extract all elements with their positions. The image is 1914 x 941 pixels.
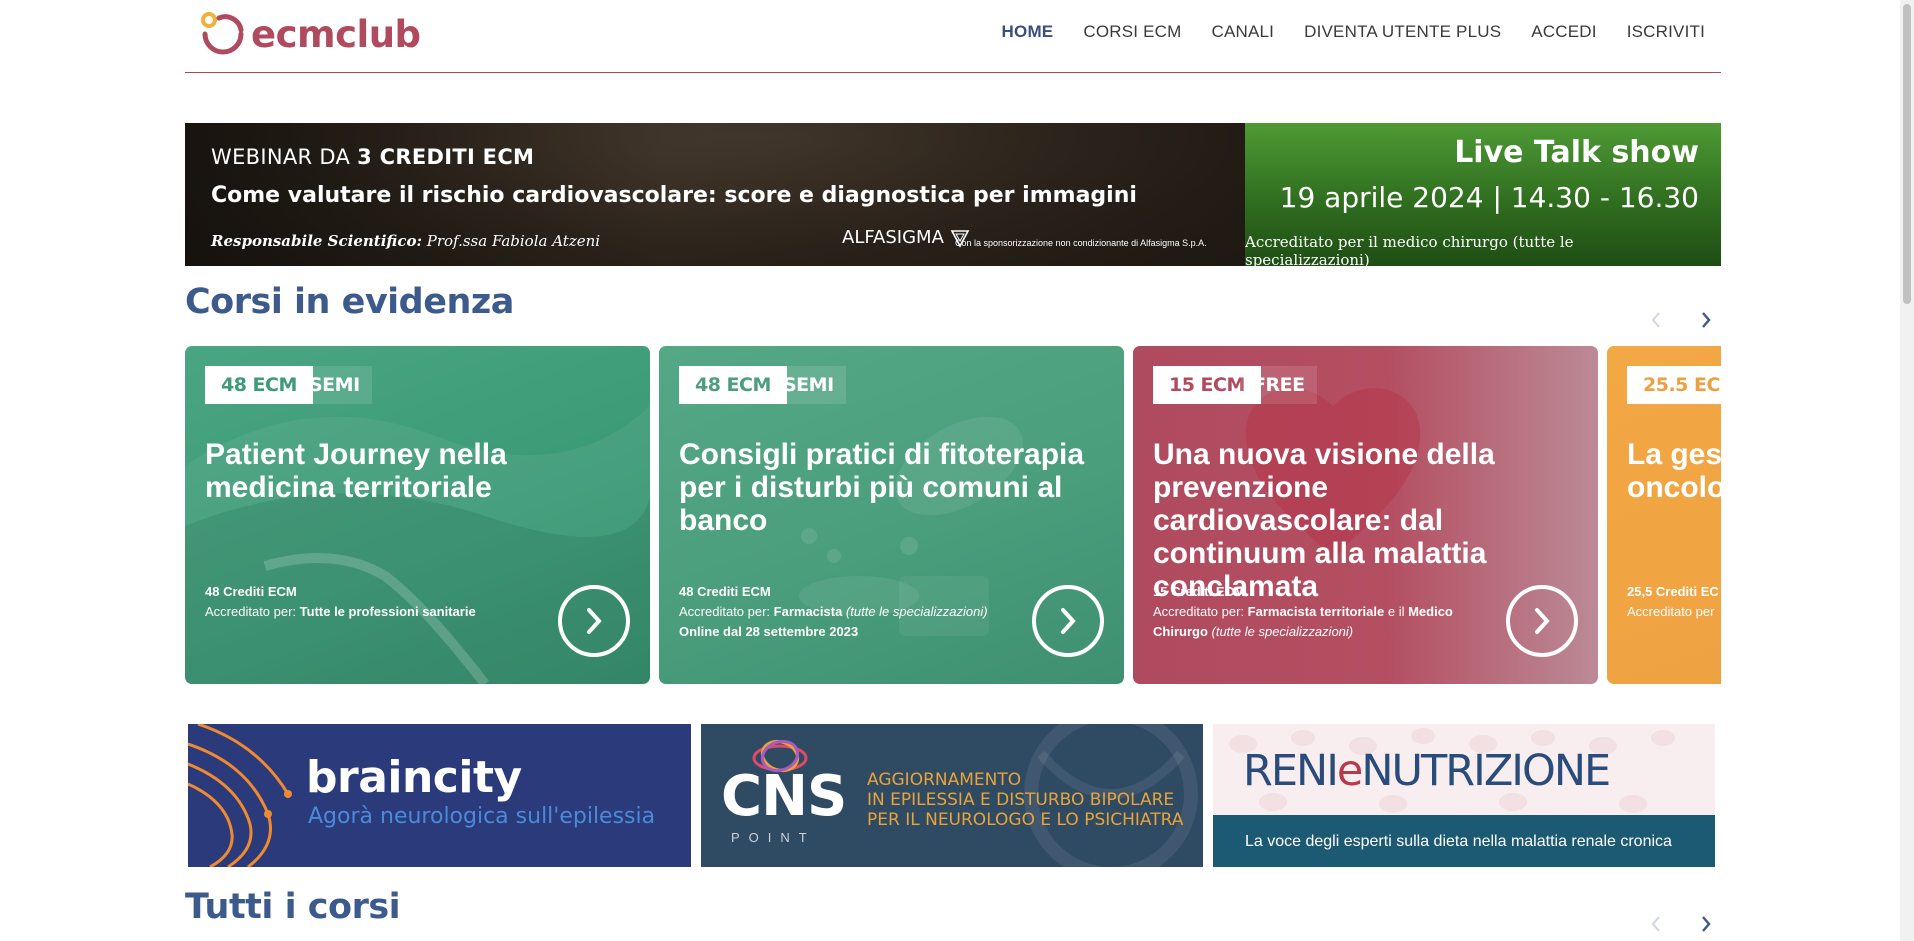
cns-point-banner[interactable]: CNS POINT AGGIORNAMENTO IN EPILESSIA E D… [701,724,1203,867]
card-ecm-badge: 25.5 ECM [1627,366,1721,404]
webinar-responsible: Responsabile Scientifico: Prof.ssa Fabio… [211,232,600,250]
webinar-kicker-prefix: WEBINAR DA [211,145,358,169]
logo-text: ecmclub [251,12,421,56]
card-accredited-value: Farmacista territoriale [1247,604,1385,619]
cns-point-text: POINT [731,830,816,845]
all-courses-next-arrow-icon[interactable] [1691,909,1721,939]
card-open-arrow-icon[interactable] [1032,585,1104,657]
card-title: La gest oncolo [1627,438,1721,504]
card-type-badge: FREE [1241,366,1317,404]
card-accredited-value: Tutte le professioni sanitarie [299,604,476,619]
featured-carousel: 48 ECM SEMI Patient Journey nella medici… [185,346,1721,684]
card-type-badge: SEMI [771,366,846,404]
card-accredited-suffix: (tutte le specializzazioni) [1207,624,1354,639]
cns-line-3: PER IL NEUROLOGO E LO PSICHIATRA [867,810,1184,830]
webinar-live-label: Live Talk show [1454,135,1699,170]
nav-corsi-ecm[interactable]: CORSI ECM [1083,22,1181,42]
featured-section-title: Corsi in evidenza [185,282,514,322]
site-logo[interactable]: ecmclub [199,10,421,58]
card-credits: 48 Crediti ECM [679,584,771,599]
reni-title: RENIeNUTRIZIONE [1243,746,1611,796]
course-card[interactable]: 48 ECM SEMI Consigli pratici di fitotera… [659,346,1124,684]
all-courses-prev-arrow-icon[interactable] [1641,909,1671,939]
card-credits: 15 Crediti ECM [1153,584,1245,599]
card-meta: 48 Crediti ECM Accreditato per: Farmacis… [679,582,1024,642]
scrollbar-thumb[interactable] [1903,4,1911,304]
main-nav: HOME CORSI ECM CANALI DIVENTA UTENTE PLU… [1002,22,1705,42]
card-meta: 48 Crediti ECM Accreditato per: Tutte le… [205,582,550,622]
card-online-date: Online dal 28 settembre 2023 [679,624,859,639]
nav-home[interactable]: HOME [1002,22,1054,42]
reni-title-part-2: NUTRIZIONE [1361,746,1611,796]
sponsor-name: ALFASIGMA [842,227,944,248]
smile-logo-icon [199,10,247,58]
card-accredited-value: Farmacista [773,604,843,619]
circuit-lines-icon [188,724,292,867]
cns-logo-text: CNS [721,764,847,829]
card-accredited-label: Accreditato per: [205,604,300,619]
featured-prev-arrow-icon[interactable] [1641,305,1671,335]
card-credits: 25,5 Crediti EC [1627,584,1719,599]
card-open-arrow-icon[interactable] [558,585,630,657]
nav-accedi[interactable]: ACCEDI [1531,22,1596,42]
course-card[interactable]: 48 ECM SEMI Patient Journey nella medici… [185,346,650,684]
reni-title-e: e [1336,746,1364,796]
card-title: Patient Journey nella medicina territori… [205,438,507,504]
course-card[interactable]: 25.5 ECM La gest oncolo 25,5 Crediti EC … [1607,346,1721,684]
card-open-arrow-icon[interactable] [1506,585,1578,657]
reni-nutrizione-banner[interactable]: RENIeNUTRIZIONE La voce degli esperti su… [1213,724,1715,867]
course-card[interactable]: 15 ECM FREE Una nuova visione della prev… [1133,346,1598,684]
webinar-banner-right: Live Talk show 19 aprile 2024 | 14.30 - … [1245,123,1721,266]
cns-description: AGGIORNAMENTO IN EPILESSIA E DISTURBO BI… [867,770,1183,830]
vertical-scrollbar[interactable] [1900,0,1914,941]
site-header: ecmclub HOME CORSI ECM CANALI DIVENTA UT… [185,0,1721,73]
card-accredited-label: Accreditato per: [679,604,774,619]
card-accredited-label: Accreditato per [1627,604,1715,619]
card-accredited-conjunction: e il [1384,604,1409,619]
card-title: Una nuova visione della prevenzione card… [1153,438,1495,603]
braincity-title: braincity [306,752,522,803]
webinar-responsible-name: Prof.ssa Fabiola Atzeni [422,232,601,250]
card-title: Consigli pratici di fitoterapia per i di… [679,438,1085,537]
card-credits: 48 Crediti ECM [205,584,297,599]
webinar-banner[interactable]: WEBINAR DA 3 CREDITI ECM Come valutare i… [185,123,1721,266]
card-accredited-label: Accreditato per: [1153,604,1248,619]
webinar-date: 19 aprile 2024 | 14.30 - 16.30 [1279,181,1699,214]
webinar-title: Come valutare il rischio cardiovascolare… [211,183,1137,208]
webinar-banner-left: WEBINAR DA 3 CREDITI ECM Come valutare i… [185,123,1245,266]
sponsor-logo: ALFASIGMA [842,227,970,248]
card-type-badge: SEMI [297,366,372,404]
cns-line-2: IN EPILESSIA E DISTURBO BIPOLARE [867,790,1175,810]
all-courses-section-title: Tutti i corsi [185,887,401,927]
page: ecmclub HOME CORSI ECM CANALI DIVENTA UT… [0,0,1914,941]
nav-diventa-utente-plus[interactable]: DIVENTA UTENTE PLUS [1304,22,1501,42]
braincity-subtitle: Agorà neurologica sull'epilessia [308,804,656,829]
nav-canali[interactable]: CANALI [1212,22,1275,42]
braincity-banner[interactable]: braincity Agorà neurologica sull'epiless… [188,724,691,867]
webinar-kicker: WEBINAR DA 3 CREDITI ECM [211,145,534,169]
reni-subtitle: La voce degli esperti sulla dieta nella … [1245,833,1672,850]
webinar-accredited: Accreditato per il medico chirurgo (tutt… [1245,233,1574,266]
card-accredited-suffix: (tutte le specializzazioni) [842,604,988,619]
webinar-responsible-label: Responsabile Scientifico: [211,232,422,250]
card-meta: 15 Crediti ECM Accreditato per: Farmacis… [1153,582,1498,642]
featured-next-arrow-icon[interactable] [1691,305,1721,335]
reni-title-part-1: RENI [1243,746,1339,796]
nav-iscriviti[interactable]: ISCRIVITI [1627,22,1705,42]
card-meta: 25,5 Crediti EC Accreditato per [1627,582,1721,622]
cns-line-1: AGGIORNAMENTO [867,770,1022,790]
webinar-kicker-credits: 3 CREDITI ECM [357,145,535,169]
sponsor-note: Con la sponsorizzazione non condizionant… [955,238,1207,248]
